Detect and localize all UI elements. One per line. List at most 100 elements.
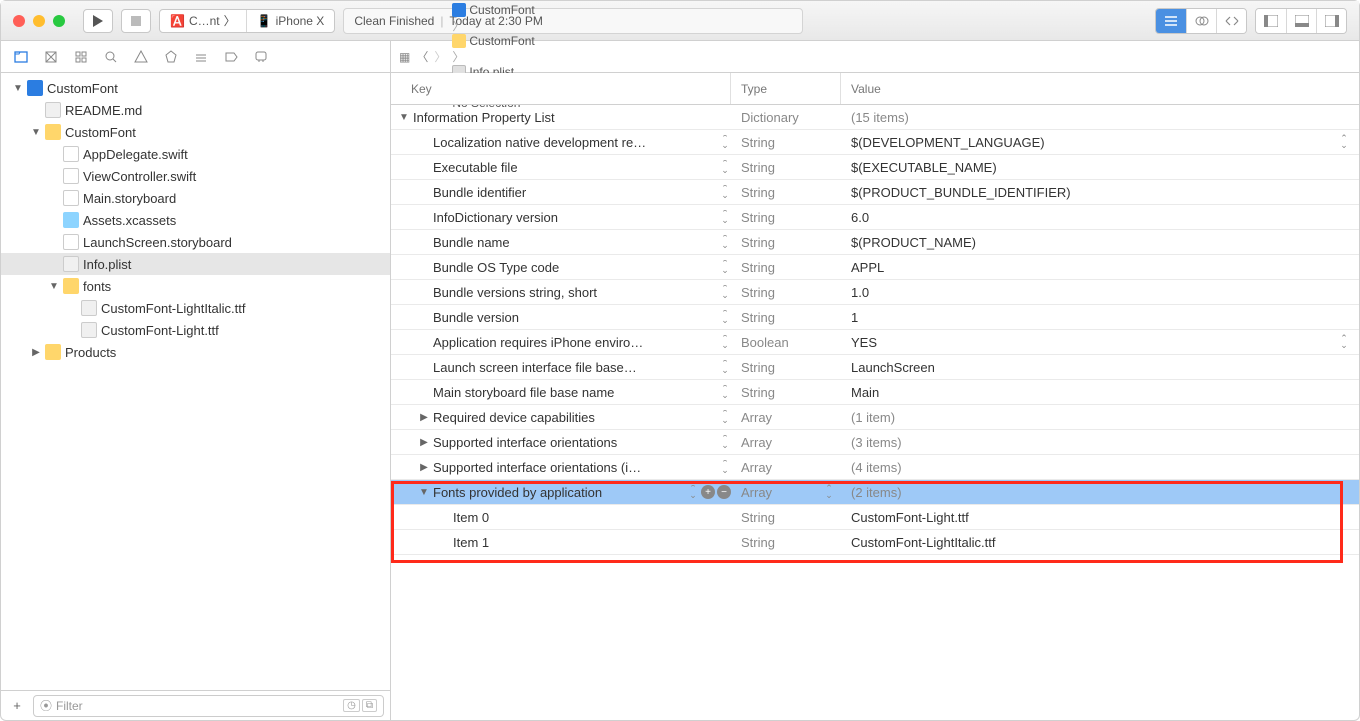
key-stepper[interactable] [719, 410, 731, 424]
plist-row[interactable]: ▼Fonts provided by application+−Array(2 … [391, 480, 1359, 505]
plist-value[interactable]: CustomFont-LightItalic.ttf [841, 535, 1359, 550]
plist-value[interactable]: (1 item) [841, 410, 1359, 425]
key-stepper[interactable] [719, 260, 731, 274]
plist-row[interactable]: Application requires iPhone enviro…Boole… [391, 330, 1359, 355]
scheme-selector[interactable]: 🅰️C…nt〉 📱iPhone X [159, 9, 335, 33]
disclosure-triangle[interactable]: ▼ [417, 487, 431, 498]
value-stepper[interactable] [1335, 335, 1353, 349]
run-button[interactable] [83, 9, 113, 33]
minimize-window-button[interactable] [33, 15, 45, 27]
plist-value[interactable]: Main [841, 385, 1359, 400]
plist-value[interactable]: (4 items) [841, 460, 1359, 475]
header-value[interactable]: Value [841, 73, 1359, 104]
assistant-editor-button[interactable] [1186, 9, 1216, 33]
breadcrumb-item[interactable]: CustomFont [452, 3, 534, 17]
tree-item[interactable]: ViewController.swift [1, 165, 390, 187]
plist-row[interactable]: ▼Information Property ListDictionary(15 … [391, 105, 1359, 130]
disclosure-triangle[interactable]: ▼ [13, 83, 23, 94]
disclosure-triangle[interactable]: ▼ [49, 281, 59, 292]
plist-row[interactable]: ▶Supported interface orientations (i…Arr… [391, 455, 1359, 480]
plist-value[interactable]: (15 items) [841, 110, 1359, 125]
key-stepper[interactable] [719, 285, 731, 299]
header-type[interactable]: Type [731, 73, 841, 104]
plist-row[interactable]: Bundle identifierString$(PRODUCT_BUNDLE_… [391, 180, 1359, 205]
tree-item[interactable]: ▼fonts [1, 275, 390, 297]
plist-value[interactable]: 1 [841, 310, 1359, 325]
type-stepper[interactable] [823, 485, 835, 500]
jump-bar[interactable]: ▦ 〈 〉 CustomFont〉CustomFont〉Info.plist〉N… [391, 41, 1359, 73]
plist-row[interactable]: Bundle OS Type codeStringAPPL [391, 255, 1359, 280]
tree-item[interactable]: ▼CustomFont [1, 77, 390, 99]
tree-item[interactable]: CustomFont-Light.ttf [1, 319, 390, 341]
filter-recent-icon[interactable]: ◷ [343, 699, 360, 712]
plist-row[interactable]: Launch screen interface file base…String… [391, 355, 1359, 380]
toggle-inspector-button[interactable] [1316, 9, 1346, 33]
source-control-navigator-tab[interactable] [37, 45, 65, 69]
key-stepper[interactable] [719, 435, 731, 449]
plist-value[interactable]: (2 items) [841, 485, 1359, 500]
tree-item[interactable]: CustomFont-LightItalic.ttf [1, 297, 390, 319]
stop-button[interactable] [121, 9, 151, 33]
key-stepper[interactable] [719, 335, 731, 349]
close-window-button[interactable] [13, 15, 25, 27]
add-button[interactable]: + [701, 485, 715, 499]
related-items-icon[interactable]: ▦ [399, 50, 410, 64]
disclosure-triangle[interactable]: ▶ [417, 437, 431, 448]
plist-row[interactable]: Main storyboard file base nameStringMain [391, 380, 1359, 405]
symbol-navigator-tab[interactable] [67, 45, 95, 69]
plist-value[interactable]: LaunchScreen [841, 360, 1359, 375]
plist-value[interactable]: $(EXECUTABLE_NAME) [841, 160, 1359, 175]
plist-value[interactable]: APPL [841, 260, 1359, 275]
project-navigator-tab[interactable] [7, 45, 35, 69]
toggle-navigator-button[interactable] [1256, 9, 1286, 33]
back-button[interactable]: 〈 [416, 48, 428, 65]
disclosure-triangle[interactable]: ▼ [397, 112, 411, 123]
issue-navigator-tab[interactable] [127, 45, 155, 69]
filter-scm-icon[interactable]: ⧉ [362, 699, 377, 712]
plist-value[interactable]: CustomFont-Light.ttf [841, 510, 1359, 525]
test-navigator-tab[interactable] [157, 45, 185, 69]
remove-button[interactable]: − [717, 485, 731, 499]
key-stepper[interactable] [687, 485, 699, 499]
plist-row[interactable]: Localization native development re…Strin… [391, 130, 1359, 155]
disclosure-triangle[interactable]: ▶ [31, 347, 41, 358]
disclosure-triangle[interactable]: ▶ [417, 412, 431, 423]
breakpoint-navigator-tab[interactable] [217, 45, 245, 69]
plist-value[interactable]: $(PRODUCT_BUNDLE_IDENTIFIER) [841, 185, 1359, 200]
tree-item[interactable]: LaunchScreen.storyboard [1, 231, 390, 253]
add-remove-buttons[interactable]: +− [701, 485, 731, 499]
key-stepper[interactable] [719, 310, 731, 324]
standard-editor-button[interactable] [1156, 9, 1186, 33]
key-stepper[interactable] [719, 385, 731, 399]
tree-item[interactable]: AppDelegate.swift [1, 143, 390, 165]
plist-row[interactable]: InfoDictionary versionString6.0 [391, 205, 1359, 230]
plist-value[interactable]: 1.0 [841, 285, 1359, 300]
plist-row[interactable]: Bundle nameString$(PRODUCT_NAME) [391, 230, 1359, 255]
add-files-button[interactable]: + [7, 698, 27, 713]
disclosure-triangle[interactable]: ▼ [31, 127, 41, 138]
plist-row[interactable]: Item 0StringCustomFont-Light.ttf [391, 505, 1359, 530]
key-stepper[interactable] [719, 135, 731, 149]
plist-value[interactable]: YES [841, 335, 1335, 350]
project-tree[interactable]: ▼CustomFontREADME.md▼CustomFontAppDelega… [1, 73, 390, 690]
header-key[interactable]: Key [391, 73, 731, 104]
value-stepper[interactable] [1335, 135, 1353, 149]
plist-row[interactable]: Item 1StringCustomFont-LightItalic.ttf [391, 530, 1359, 555]
tree-item[interactable]: Info.plist [1, 253, 390, 275]
plist-value[interactable]: $(PRODUCT_NAME) [841, 235, 1359, 250]
version-editor-button[interactable] [1216, 9, 1246, 33]
key-stepper[interactable] [719, 185, 731, 199]
toggle-debug-area-button[interactable] [1286, 9, 1316, 33]
zoom-window-button[interactable] [53, 15, 65, 27]
key-stepper[interactable] [719, 460, 731, 474]
tree-item[interactable]: README.md [1, 99, 390, 121]
report-navigator-tab[interactable] [247, 45, 275, 69]
find-navigator-tab[interactable] [97, 45, 125, 69]
plist-value[interactable]: $(DEVELOPMENT_LANGUAGE) [841, 135, 1335, 150]
key-stepper[interactable] [719, 160, 731, 174]
plist-body[interactable]: ▼Information Property ListDictionary(15 … [391, 105, 1359, 720]
debug-navigator-tab[interactable] [187, 45, 215, 69]
forward-button[interactable]: 〉 [434, 48, 446, 65]
tree-item[interactable]: ▶Products [1, 341, 390, 363]
key-stepper[interactable] [719, 360, 731, 374]
